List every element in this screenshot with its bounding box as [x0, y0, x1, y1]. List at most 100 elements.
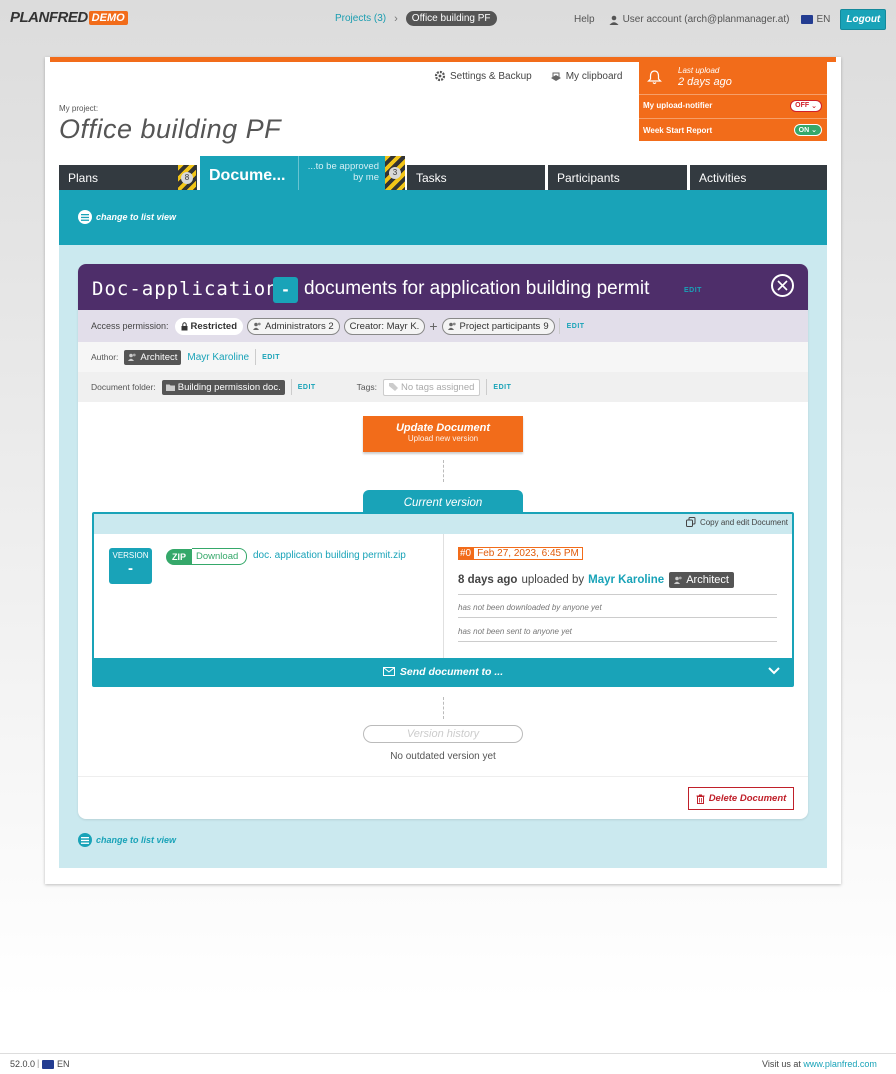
logo-demo-badge: DEMO: [88, 10, 128, 25]
folder-chip[interactable]: Building permission doc.: [161, 379, 285, 395]
project-title: Office building PF: [59, 114, 282, 144]
tags-label: Tags:: [356, 382, 377, 392]
tab-activities[interactable]: Activities: [690, 165, 827, 190]
document-header: Doc-application - documents for applicat…: [78, 264, 808, 310]
eu-flag-icon: [801, 14, 814, 24]
tab-plans[interactable]: Plans: [59, 165, 197, 190]
settings-backup-link[interactable]: Settings & Backup: [434, 70, 532, 82]
delete-document-button[interactable]: Delete Document: [688, 787, 794, 810]
tags-value: No tags assigned: [401, 381, 475, 393]
edit-tags-link[interactable]: EDIT: [493, 384, 511, 391]
edit-title-link[interactable]: EDIT: [684, 287, 702, 294]
footer-language-switch[interactable]: EN: [42, 1059, 70, 1070]
access-admins-chip[interactable]: Administrators 2: [247, 317, 340, 335]
author-label: Author:: [91, 352, 119, 362]
edit-access-link[interactable]: EDIT: [567, 323, 585, 330]
version-number-badge: #0 Feb 27, 2023, 6:45 PM: [458, 547, 583, 560]
author-name-link[interactable]: Mayr Karoline: [187, 352, 249, 363]
update-document-label: Update Document: [395, 422, 491, 434]
folder-name: Building permission doc.: [177, 381, 281, 393]
close-icon: [777, 280, 788, 291]
send-document-bar[interactable]: Send document to ...: [94, 658, 792, 685]
author-role: Architect: [140, 351, 178, 363]
access-participants-count: 9: [543, 320, 549, 332]
divider: [558, 318, 560, 334]
edit-author-link[interactable]: EDIT: [262, 354, 280, 361]
copy-edit-document-link[interactable]: Copy and edit Document: [685, 517, 788, 527]
tags-chip[interactable]: No tags assigned: [383, 378, 481, 396]
update-document-sub: Upload new version: [407, 434, 479, 443]
access-restricted-label: Restricted: [190, 320, 237, 332]
file-name-link[interactable]: doc. application building permit.zip: [253, 550, 406, 561]
chevron-down-icon: ⌄: [811, 127, 817, 134]
tab-participants[interactable]: Participants: [548, 165, 687, 190]
group-icon: [253, 322, 261, 330]
group-icon: [128, 353, 137, 361]
tab-tasks[interactable]: Tasks: [407, 165, 545, 190]
last-upload-label: Last upload: [678, 66, 720, 75]
tag-icon: [389, 383, 398, 391]
approve-stripe: 3: [385, 156, 405, 190]
close-button[interactable]: [771, 274, 794, 297]
download-label: Download: [192, 548, 248, 565]
upload-notifier-toggle[interactable]: OFF ⌄: [790, 99, 822, 112]
update-document-button[interactable]: Update Document Upload new version: [363, 416, 523, 452]
week-report-label: Week Start Report: [643, 125, 713, 135]
list-view-label: change to list view: [96, 212, 177, 222]
clipboard-icon: [550, 72, 561, 81]
list-view-toggle-top[interactable]: change to list view: [78, 210, 176, 224]
logo-text: PLANFRED: [10, 9, 88, 26]
zip-download-button[interactable]: ZIP Download: [166, 548, 248, 565]
language-switch[interactable]: EN: [801, 14, 830, 25]
version-history-button[interactable]: Version history: [363, 725, 523, 743]
divider: [486, 379, 488, 395]
list-view-label: change to list view: [96, 835, 177, 845]
last-upload-value: 2 days ago: [678, 76, 732, 88]
breadcrumb-projects-link[interactable]: Projects (3): [335, 13, 386, 24]
document-code: Doc-application: [92, 278, 279, 300]
version-date: Feb 27, 2023, 6:45 PM: [473, 547, 583, 560]
breadcrumb-current-project[interactable]: Office building PF: [405, 11, 497, 26]
language-label: EN: [816, 14, 831, 25]
week-report-toggle[interactable]: ON ⌄: [793, 124, 822, 136]
version-badge: VERSION -: [109, 548, 152, 584]
group-icon: [447, 322, 456, 330]
current-version-box: Copy and edit Document VERSION - ZIP Dow…: [92, 512, 794, 687]
project-label: My project:: [59, 104, 99, 113]
download-status: has not been downloaded by anyone yet: [458, 603, 777, 618]
access-participants-chip[interactable]: Project participants 9: [441, 317, 555, 335]
week-report-row: Week Start Report ON ⌄: [639, 118, 827, 141]
user-account-link[interactable]: User account (arch@planmanager.at): [609, 14, 789, 25]
divider: [255, 349, 257, 365]
delete-document-label: Delete Document: [708, 793, 787, 804]
send-document-label: Send document to ...: [399, 665, 504, 678]
bell-icon[interactable]: [647, 69, 662, 85]
uploader-role: Architect: [686, 574, 729, 586]
document-panel: Doc-application - documents for applicat…: [78, 264, 808, 819]
dotted-connector: [443, 460, 444, 482]
divider: [458, 594, 777, 595]
list-view-toggle-bottom[interactable]: change to list view: [78, 833, 176, 847]
version-badge-value: -: [128, 560, 133, 577]
website-link[interactable]: www.planfred.com: [803, 1059, 877, 1069]
version-badge-label: VERSION: [112, 551, 149, 560]
clipboard-link[interactable]: My clipboard: [550, 70, 622, 82]
to-be-approved-link[interactable]: ...to be approved by me: [303, 161, 379, 183]
access-restricted-chip[interactable]: Restricted: [174, 317, 243, 335]
tab-documents[interactable]: Docume... ...to be approved by me 3: [200, 156, 405, 190]
planfred-logo[interactable]: PLANFRED DEMO: [10, 9, 128, 26]
uploader-name-link[interactable]: Mayr Karoline: [588, 574, 664, 586]
edit-folder-link[interactable]: EDIT: [298, 384, 316, 391]
access-label: Access permission:: [91, 321, 169, 331]
visit-text: Visit us at: [762, 1059, 801, 1069]
access-participants-label: Project participants: [459, 320, 541, 332]
version-box-header: Copy and edit Document: [94, 514, 792, 534]
logout-button[interactable]: Logout: [840, 9, 887, 30]
help-link[interactable]: Help: [574, 14, 595, 25]
dotted-connector: [443, 697, 444, 719]
tab-documents-label: Docume...: [209, 167, 286, 184]
current-version-tab: Current version: [363, 490, 523, 514]
access-creator-chip[interactable]: Creator: Mayr K.: [343, 317, 426, 335]
uploaded-by-text: uploaded by: [521, 574, 585, 586]
uploader-role-chip: Architect: [669, 572, 734, 588]
